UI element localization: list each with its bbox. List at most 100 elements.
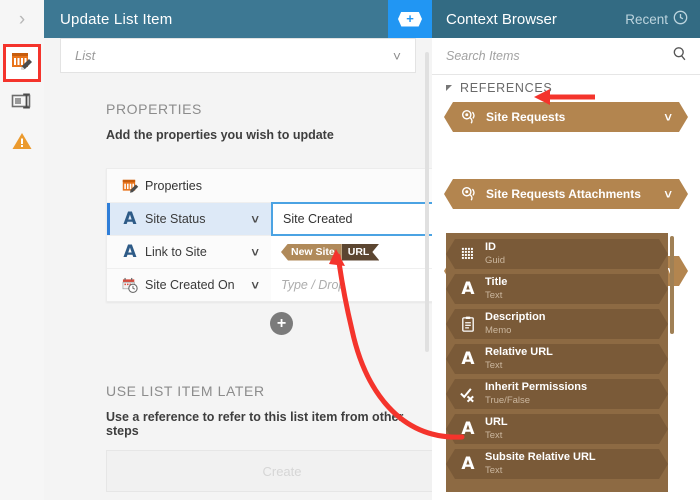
date-time-icon: [115, 277, 145, 294]
field-item-title[interactable]: A Title Text: [446, 274, 668, 304]
truefalse-icon: [454, 386, 482, 403]
input-field-icon: [11, 92, 33, 115]
center-scrollbar[interactable]: [425, 52, 429, 352]
center-scroll-area[interactable]: List ˅ PROPERTIES Add the properties you…: [44, 38, 432, 500]
app-root: ›: [0, 0, 700, 500]
field-name: Inherit Permissions: [485, 382, 587, 394]
page-title: Update List Item: [44, 11, 172, 28]
chevron-down-icon[interactable]: ˅: [664, 110, 688, 125]
rail-item-input-field[interactable]: [5, 86, 39, 120]
property-value-token-area[interactable]: New Site URL: [271, 236, 432, 268]
field-name: ID: [485, 242, 505, 254]
property-value-text: Site Created: [283, 212, 352, 226]
text-A-icon: A: [454, 456, 482, 473]
field-item-id[interactable]: ID Guid: [446, 239, 668, 269]
use-later-subtitle: Use a reference to refer to this list it…: [44, 410, 432, 438]
reference-icon: [456, 109, 482, 125]
search-icon[interactable]: [672, 46, 688, 67]
field-name: Title: [485, 277, 507, 289]
field-item-inherit-permissions[interactable]: Inherit Permissions True/False: [446, 379, 668, 409]
create-button-label: Create: [262, 464, 301, 479]
list-select-placeholder: List: [61, 48, 393, 63]
list-edit-icon: [11, 51, 33, 76]
context-browser-header: Context Browser Recent: [432, 0, 700, 38]
property-row-left[interactable]: A Site Status ˅: [107, 203, 271, 235]
context-browser-title: Context Browser: [446, 11, 557, 28]
properties-header-label: Properties: [145, 179, 271, 193]
field-item-url[interactable]: A URL Text: [446, 414, 668, 444]
recent-label: Recent: [625, 12, 668, 27]
reference-icon: [456, 186, 482, 202]
list-select[interactable]: List ˅: [60, 38, 416, 73]
property-label: Site Created On: [145, 278, 251, 292]
text-A-icon: A: [115, 211, 145, 228]
search-input[interactable]: Search Items: [446, 49, 672, 63]
reference-item-site-requests[interactable]: Site Requests ˅: [444, 102, 688, 132]
create-reference-button[interactable]: Create: [106, 450, 432, 492]
memo-icon: [454, 316, 482, 333]
reference-token[interactable]: New Site URL: [281, 244, 379, 261]
rail-collapse-button[interactable]: ›: [0, 0, 44, 38]
list-edit-icon: [115, 178, 145, 194]
property-row-link-to-site[interactable]: A Link to Site ˅ New Site URL: [107, 235, 432, 268]
property-label: Site Status: [145, 212, 251, 226]
add-step-button[interactable]: +: [388, 0, 432, 38]
references-header[interactable]: REFERENCES: [432, 75, 700, 101]
rail-item-warning[interactable]: [5, 126, 39, 160]
chevron-down-icon[interactable]: ˅: [251, 278, 271, 293]
property-row-site-status[interactable]: A Site Status ˅ Site Created: [107, 202, 432, 235]
property-label: Link to Site: [145, 245, 251, 259]
properties-actions: +: [106, 302, 432, 348]
warning-icon: [11, 131, 33, 156]
field-item-subsite-relative-url[interactable]: A Subsite Relative URL Text: [446, 449, 668, 479]
field-type: Text: [485, 291, 507, 301]
use-later-title: USE LIST ITEM LATER: [44, 383, 432, 399]
field-type: Text: [485, 431, 508, 441]
center-panel: Update List Item List ˅ PROPERTIES Add t…: [44, 0, 432, 500]
rail-item-list-edit[interactable]: [5, 46, 39, 80]
context-browser-panel: Context Browser Recent Search Items: [432, 0, 700, 500]
hexagon-plus-icon: +: [398, 12, 422, 27]
field-name: URL: [485, 417, 508, 429]
references-scrollbar[interactable]: [670, 236, 674, 334]
center-body: List ˅ PROPERTIES Add the properties you…: [44, 38, 432, 500]
text-A-icon: A: [454, 421, 482, 438]
guid-grid-icon: [454, 246, 482, 263]
field-type: Memo: [485, 326, 546, 336]
property-row-left[interactable]: A Link to Site ˅: [107, 236, 271, 268]
field-name: Subsite Relative URL: [485, 452, 596, 464]
add-property-button[interactable]: +: [270, 312, 293, 335]
field-item-description[interactable]: Description Memo: [446, 309, 668, 339]
properties-header-right: [271, 169, 432, 202]
field-type: Text: [485, 361, 553, 371]
property-row-site-created-on[interactable]: Site Created On ˅ Type / Drop: [107, 268, 432, 301]
reference-label: Site Requests: [482, 110, 664, 124]
chevron-down-icon[interactable]: ˅: [664, 187, 688, 202]
properties-header-left: Properties: [107, 169, 271, 202]
field-name: Relative URL: [485, 347, 553, 359]
recent-button[interactable]: Recent: [625, 10, 688, 28]
property-row-left[interactable]: Site Created On ˅: [107, 269, 271, 301]
chevron-down-icon[interactable]: ˅: [251, 245, 271, 260]
field-type: True/False: [485, 396, 587, 406]
text-A-icon: A: [454, 351, 482, 368]
use-later-section: USE LIST ITEM LATER Use a reference to r…: [44, 383, 432, 438]
properties-header-row: Properties: [107, 169, 432, 202]
search-bar[interactable]: Search Items: [432, 38, 700, 75]
field-item-relative-url[interactable]: A Relative URL Text: [446, 344, 668, 374]
field-type: Guid: [485, 256, 505, 266]
property-value-input[interactable]: Site Created: [271, 202, 432, 236]
clock-icon: [673, 10, 688, 28]
reference-label: Site Requests Attachments: [482, 187, 664, 201]
properties-section: PROPERTIES Add the properties you wish t…: [44, 101, 432, 142]
field-type: Text: [485, 466, 596, 476]
chevron-down-icon[interactable]: ˅: [251, 212, 271, 227]
left-rail: ›: [0, 0, 45, 500]
property-value-input[interactable]: Type / Drop: [271, 269, 432, 301]
properties-table: Properties A Site Status ˅ Site Created: [106, 168, 432, 302]
token-source-label: New Site: [281, 244, 342, 261]
property-value-placeholder: Type / Drop: [281, 278, 345, 292]
field-name: Description: [485, 312, 546, 324]
triangle-collapse-icon[interactable]: [446, 85, 452, 91]
reference-item-site-requests-attachments[interactable]: Site Requests Attachments ˅: [444, 179, 688, 209]
